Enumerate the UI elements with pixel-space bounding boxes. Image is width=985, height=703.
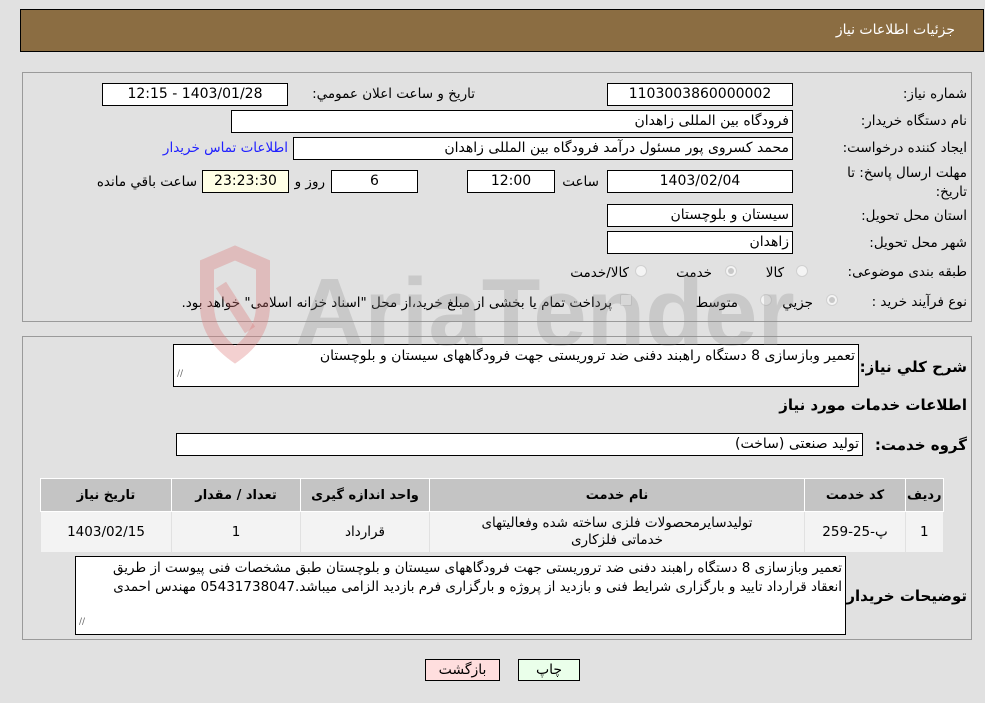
need-number-label: شماره نیاز: xyxy=(902,86,967,102)
header-unit: واحد اندازه گیری xyxy=(300,478,430,512)
deadline-label: مهلت ارسال پاسخ: تا تاریخ: xyxy=(847,165,967,200)
header-row-number: ردیف xyxy=(905,478,944,512)
header-service-name: نام خدمت xyxy=(429,478,805,512)
process-radio-minor[interactable] xyxy=(826,294,838,306)
back-button[interactable]: بازگشت xyxy=(425,659,500,681)
time-remaining-field: 23:23:30 xyxy=(202,170,289,193)
process-option-medium: متوسط xyxy=(695,295,738,311)
province-label: استان محل تحویل: xyxy=(861,208,967,224)
category-option-goods: کالا xyxy=(765,265,784,281)
treasury-note: پرداخت تمام یا بخشی از مبلغ خرید،از محل … xyxy=(181,295,612,311)
buyer-org-field: فرودگاه بین المللی زاهدان xyxy=(231,110,793,133)
cell-row-number: 1 xyxy=(905,511,944,553)
summary-text: تعمیر وبازسازی 8 دستگاه راهبند دفنی ضد ت… xyxy=(319,348,855,364)
process-radio-medium[interactable] xyxy=(760,294,772,306)
need-number-field: 1103003860000002 xyxy=(607,83,793,106)
table-header-row: ردیف کد خدمت نام خدمت واحد اندازه گیری ت… xyxy=(40,478,944,512)
services-heading: اطلاعات خدمات مورد نیاز xyxy=(779,396,967,414)
buyer-notes-textarea[interactable]: تعمیر وبازسازی 8 دستگاه راهبند دفنی ضد ت… xyxy=(75,556,846,635)
process-option-minor: جزیي xyxy=(782,295,813,311)
header-quantity: تعداد / مقدار xyxy=(171,478,301,512)
print-button[interactable]: چاپ xyxy=(518,659,580,681)
buyer-notes-label: توضیحات خریدار: xyxy=(840,587,967,605)
city-label: شهر محل تحویل: xyxy=(869,235,967,251)
cell-service-code: پ-25-259 xyxy=(804,511,906,553)
announce-date-field: 1403/01/28 - 12:15 xyxy=(102,83,288,106)
deadline-time-label: ساعت xyxy=(562,174,599,190)
page-header: جزئیات اطلاعات نیاز xyxy=(20,9,984,52)
buyer-org-label: نام دستگاه خریدار: xyxy=(860,113,967,129)
province-field: سیستان و بلوچستان xyxy=(607,204,793,227)
deadline-time-field: 12:00 xyxy=(467,170,555,193)
page-title: جزئیات اطلاعات نیاز xyxy=(835,22,955,38)
category-radio-service[interactable] xyxy=(725,265,737,277)
cell-quantity: 1 xyxy=(171,511,301,553)
creator-label: ایجاد کننده درخواست: xyxy=(842,140,967,156)
time-remaining-label: ساعت باقي مانده xyxy=(96,174,197,190)
category-radio-goods[interactable] xyxy=(796,265,808,277)
category-option-service: خدمت xyxy=(676,265,712,281)
resize-grip-icon[interactable]: ∕∕ xyxy=(177,365,183,384)
announce-date-label: تاریخ و ساعت اعلان عمومي: xyxy=(312,86,475,102)
category-radio-goods-service[interactable] xyxy=(635,265,647,277)
summary-label: شرح کلي نیاز: xyxy=(859,358,967,376)
category-option-goods-service: کالا/خدمت xyxy=(570,265,629,281)
category-label: طبقه بندی موضوعی: xyxy=(847,264,967,280)
header-need-date: تاریخ نیاز xyxy=(40,478,172,512)
service-group-field: تولید صنعتی (ساخت) xyxy=(176,433,863,456)
deadline-date-field: 1403/02/04 xyxy=(607,170,793,193)
services-table: ردیف کد خدمت نام خدمت واحد اندازه گیری ت… xyxy=(40,478,944,553)
process-type-label: نوع فرآیند خرید : xyxy=(871,294,967,310)
creator-field: محمد کسروی پور مسئول درآمد فرودگاه بین ا… xyxy=(293,137,793,160)
service-group-label: گروه خدمت: xyxy=(874,436,967,454)
table-row: 1 پ-25-259 تولیدسایرمحصولات فلزی ساخته ش… xyxy=(40,511,944,553)
resize-grip-icon[interactable]: ∕∕ xyxy=(79,613,85,632)
cell-unit: قرارداد xyxy=(300,511,430,553)
city-field: زاهدان xyxy=(607,231,793,254)
cell-need-date: 1403/02/15 xyxy=(40,511,172,553)
summary-textarea[interactable]: تعمیر وبازسازی 8 دستگاه راهبند دفنی ضد ت… xyxy=(173,344,859,387)
cell-service-name: تولیدسایرمحصولات فلزی ساخته شده وفعالیته… xyxy=(429,511,805,553)
services-table-wrapper: ردیف کد خدمت نام خدمت واحد اندازه گیری ت… xyxy=(40,478,944,553)
buyer-notes-text: تعمیر وبازسازی 8 دستگاه راهبند دفنی ضد ت… xyxy=(112,560,842,595)
buyer-contact-link[interactable]: اطلاعات تماس خریدار xyxy=(163,140,288,156)
header-service-code: کد خدمت xyxy=(804,478,906,512)
days-label: روز و xyxy=(294,174,325,190)
treasury-checkbox[interactable] xyxy=(620,294,632,306)
days-remaining-field: 6 xyxy=(331,170,418,193)
